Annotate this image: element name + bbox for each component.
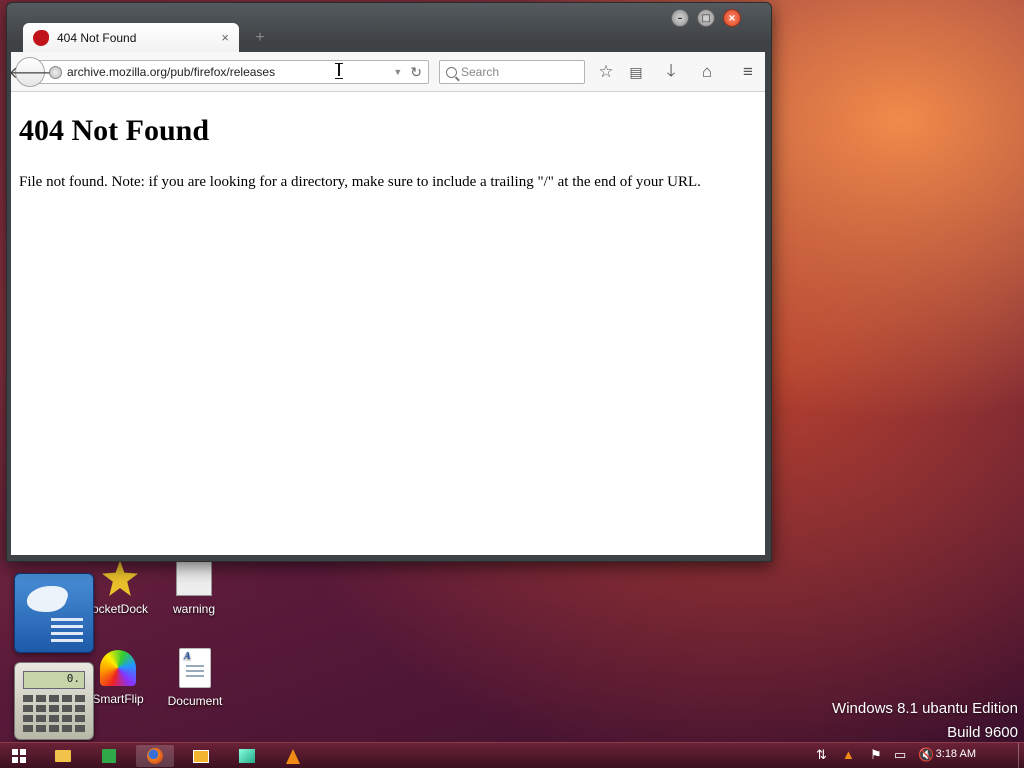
url-bar[interactable]: archive.mozilla.org/pub/firefox/releases…	[33, 60, 429, 84]
new-tab-button[interactable]: +	[249, 27, 271, 49]
windows-logo-icon	[12, 749, 26, 763]
browser-window: – □ × 404 Not Found × + archive.mozilla.…	[6, 2, 772, 562]
document-pen-icon	[176, 560, 212, 596]
taskbar-clock[interactable]: 3:18 AM	[936, 748, 976, 760]
page-heading: 404 Not Found	[19, 114, 210, 147]
store-icon	[102, 749, 116, 763]
vlc-tray-icon[interactable]: ▲	[842, 747, 855, 762]
download-icon[interactable]: 🡓	[660, 61, 682, 83]
color-fan-icon	[100, 650, 136, 686]
desktop-icon-label: Document	[167, 694, 223, 708]
home-icon[interactable]: ⌂	[696, 61, 718, 83]
favicon-icon	[33, 29, 49, 46]
tab-title: 404 Not Found	[57, 30, 137, 45]
search-input[interactable]	[461, 65, 579, 79]
taskbar-file-explorer[interactable]	[44, 745, 82, 767]
watermark-build: Build 9600	[947, 724, 1018, 741]
dock-calculator-icon[interactable]: 0.	[14, 662, 94, 740]
taskbar-firefox[interactable]	[136, 745, 174, 767]
page-message: File not found. Note: if you are looking…	[19, 174, 701, 190]
rocketdock-icon	[102, 560, 138, 596]
taskbar-store[interactable]	[90, 745, 128, 767]
desktop-icon-label: warning	[172, 602, 216, 616]
calculator-display: 0.	[23, 671, 85, 689]
back-button[interactable]: 🡐	[9, 57, 51, 87]
start-button[interactable]	[0, 745, 38, 767]
desktop-icon-label: ocketDock	[91, 602, 149, 616]
media-player-icon	[193, 749, 209, 763]
reload-icon[interactable]: ↻	[410, 64, 422, 81]
folder-icon	[55, 750, 71, 762]
flag-icon[interactable]: ⚑	[870, 747, 882, 763]
chart-app-icon	[239, 749, 255, 763]
network-arrows-icon[interactable]: ⇅	[816, 747, 827, 763]
calculator-keys	[23, 695, 85, 733]
desktop-icon-document[interactable]: Document	[155, 648, 235, 708]
desktop-icon-warning[interactable]: warning	[154, 560, 234, 616]
tab-404-not-found[interactable]: 404 Not Found ×	[23, 23, 239, 52]
page-content: 404 Not Found File not found. Note: if y…	[11, 92, 765, 555]
taskbar: ⇅ ▲ ⚑ ▭ 🔇 3:18 AM	[0, 742, 1024, 768]
search-icon	[446, 66, 457, 78]
url-text[interactable]: archive.mozilla.org/pub/firefox/releases	[67, 65, 393, 79]
menu-icon[interactable]: ≡	[737, 61, 759, 83]
dock-writer-icon[interactable]	[14, 573, 94, 653]
reading-list-icon[interactable]: ▤	[625, 61, 647, 83]
text-cursor-icon	[335, 63, 343, 79]
navigation-toolbar: archive.mozilla.org/pub/firefox/releases…	[9, 52, 765, 92]
taskbar-media[interactable]	[182, 745, 220, 767]
tab-strip: 404 Not Found × +	[23, 23, 763, 52]
monitor-icon[interactable]: ▭	[894, 747, 906, 763]
watermark-edition: Windows 8.1 ubantu Edition	[832, 700, 1018, 717]
vlc-cone-icon	[286, 748, 300, 764]
document-icon	[179, 648, 211, 688]
desktop-icon-label: SmartFlip	[92, 692, 144, 706]
show-desktop-button[interactable]	[1018, 743, 1024, 768]
firefox-icon	[147, 748, 163, 764]
search-bar[interactable]	[439, 60, 585, 84]
speaker-muted-icon[interactable]: 🔇	[918, 747, 934, 763]
chevron-down-icon[interactable]: ▼	[393, 67, 402, 77]
bookmark-star-icon[interactable]: ☆	[595, 61, 617, 83]
taskbar-vlc[interactable]	[274, 745, 312, 767]
back-arrow-icon: 🡐	[8, 64, 52, 82]
tab-close-icon[interactable]: ×	[221, 30, 229, 45]
taskbar-chart-app[interactable]	[228, 745, 266, 767]
